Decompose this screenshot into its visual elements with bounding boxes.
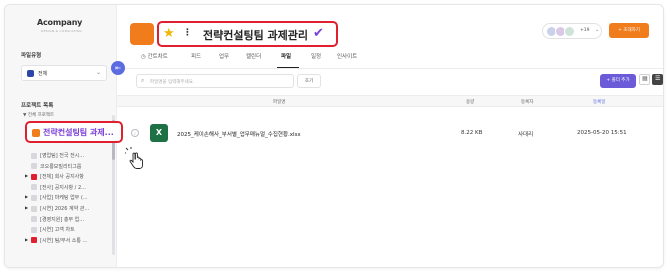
sidebar-item-label: [사업] 마케팅 업무 (... xyxy=(40,195,88,202)
column-header-size[interactable]: 용량 xyxy=(466,99,474,105)
sidebar-item-project[interactable]: [전사] 공지사항 / 2... xyxy=(31,184,86,193)
sidebar-item-project[interactable]: ▶ [시연] 팀/부서 소통 ... xyxy=(25,237,88,246)
page-title: 전략컨설팅팀 과제관리 xyxy=(203,29,309,42)
list-view-icon[interactable]: ☰ xyxy=(652,74,663,85)
search-placeholder: 파일명을 입력해주세요. xyxy=(150,80,195,85)
sidebar-item-label: [전사] 공지사항 / 2... xyxy=(40,184,86,191)
excel-icon: X xyxy=(150,124,168,142)
file-size: 8.22 KB xyxy=(461,130,483,136)
sidebar-item-active-project[interactable]: 전략컨설팅팀 과제... xyxy=(25,121,123,143)
project-color-dot xyxy=(31,194,37,201)
sidebar-item-label: 코오롱모빌리티그룹 xyxy=(40,163,82,170)
check-icon: ✔ xyxy=(313,26,324,41)
file-type-select[interactable]: 전체 ⌄ xyxy=(21,65,107,81)
file-type-value: 전체 xyxy=(38,71,48,77)
table-header: 파일명 용량 등록자 등록일 xyxy=(117,95,663,107)
file-name[interactable]: 2025_케이손해사_부서별_업무매뉴얼_수집현황.xlsx xyxy=(177,130,301,138)
search-input[interactable]: ⌕ 파일명을 입력해주세요. xyxy=(136,74,294,88)
sidebar-item-project[interactable]: 코오롱모빌리티그룹 xyxy=(31,163,81,172)
project-title-bar: ★ ⋮ 전략컨설팅팀 과제관리 ✔ xyxy=(157,21,338,47)
avatar xyxy=(564,26,575,37)
sidebar-item-project[interactable]: [시연] 고객 차트 xyxy=(31,226,75,235)
project-color-dot xyxy=(31,237,37,244)
project-color-dot xyxy=(31,205,37,212)
reset-button[interactable]: 초기 xyxy=(297,74,321,88)
sidebar-item-project[interactable]: ▶ [시연] 2026 계약 관... xyxy=(25,205,90,214)
sidebar-item-project[interactable]: [영업팀] 전국 전시... xyxy=(31,152,84,161)
sidebar-item-project[interactable]: ▶ [전체] 회사 공지사항 xyxy=(25,173,84,182)
brand-logo[interactable]: Acompany xyxy=(37,18,82,27)
chevron-down-icon: ⌄ xyxy=(595,27,600,33)
row-select-checkbox[interactable]: ✓ xyxy=(131,129,139,137)
add-folder-button[interactable]: + 폴더 추가 xyxy=(600,74,636,88)
tab-files[interactable]: 파일 xyxy=(281,52,291,60)
pointer-cursor-icon xyxy=(125,147,143,169)
member-count: +19 xyxy=(580,28,590,33)
invite-button[interactable]: + 초대하기 xyxy=(609,23,649,38)
table-row[interactable]: ✓ X 2025_케이손해사_부서별_업무매뉴얼_수집현황.xlsx 8.22 … xyxy=(117,121,663,145)
column-header-date[interactable]: 등록일 xyxy=(593,99,605,105)
tab-gantt[interactable]: ◷ 간트차트 xyxy=(141,52,168,60)
more-menu-icon[interactable]: ⋮ xyxy=(183,28,192,38)
search-icon: ⌕ xyxy=(141,77,145,84)
tab-calendar[interactable]: 캘린더 xyxy=(246,52,261,60)
project-color-dot xyxy=(31,173,37,180)
collapse-sidebar-icon[interactable]: ⇤ xyxy=(111,61,125,75)
project-color-dot xyxy=(32,129,40,137)
expand-caret-icon[interactable]: ▶ xyxy=(25,205,28,210)
tab-feed[interactable]: 피드 xyxy=(191,52,201,60)
project-color-dot xyxy=(31,216,37,223)
tab-tasks[interactable]: 업무 xyxy=(219,52,229,60)
sidebar-item-label: [시연] 2026 계약 관... xyxy=(40,206,90,212)
grid-view-icon[interactable]: ▦ xyxy=(639,74,650,85)
file-type-label: 파일유형 xyxy=(21,53,42,59)
project-list-label: 프로젝트 목록 xyxy=(21,103,54,109)
sidebar-item-project[interactable]: [경영지원] 총무 업... xyxy=(31,216,84,225)
tab-schedule[interactable]: 일정 xyxy=(311,52,321,60)
star-icon[interactable]: ★ xyxy=(163,26,175,41)
main-content: ★ ⋮ 전략컨설팅팀 과제관리 ✔ +19 ⌄ + 초대하기 ◷ 간트차트 피드… xyxy=(117,5,663,267)
project-color-dot xyxy=(31,226,37,233)
project-color-dot xyxy=(31,184,37,191)
project-color-icon xyxy=(130,23,154,45)
member-avatars[interactable]: +19 ⌄ xyxy=(542,23,602,39)
sidebar: Acompany DESIGN & CONSULTING 파일유형 전체 ⌄ 프… xyxy=(5,5,123,267)
sidebar-item-project[interactable]: ▶ [사업] 마케팅 업무 (... xyxy=(25,194,88,203)
brand-tagline: DESIGN & CONSULTING xyxy=(41,29,82,33)
sidebar-item-label: [시연] 고객 차트 xyxy=(40,227,75,234)
expand-caret-icon[interactable]: ▶ xyxy=(25,237,28,242)
tree-root-all-projects[interactable]: ▼ 전체 프로젝트 xyxy=(23,112,54,118)
sidebar-item-label: [영업팀] 전국 전시... xyxy=(40,153,85,159)
column-header-owner[interactable]: 등록자 xyxy=(521,99,533,105)
file-type-icon xyxy=(27,70,34,77)
sidebar-item-label: [경영지원] 총무 업... xyxy=(40,216,85,223)
app-window: Acompany DESIGN & CONSULTING 파일유형 전체 ⌄ 프… xyxy=(4,4,664,268)
project-color-dot xyxy=(31,163,37,170)
chevron-down-icon: ⌄ xyxy=(95,69,101,76)
divider xyxy=(117,68,663,69)
expand-caret-icon[interactable]: ▶ xyxy=(25,173,28,178)
sidebar-item-label: [전체] 회사 공지사항 xyxy=(40,174,84,181)
project-color-dot xyxy=(31,152,37,159)
tab-insight[interactable]: 인사이트 xyxy=(337,52,357,60)
file-owner: 사대리 xyxy=(518,132,534,138)
sidebar-item-label: 전략컨설팅팀 과제... xyxy=(43,128,114,137)
column-header-name[interactable]: 파일명 xyxy=(273,99,285,105)
expand-caret-icon[interactable]: ▶ xyxy=(25,194,28,199)
file-date: 2025-05-20 15:51 xyxy=(577,130,627,136)
sidebar-item-label: [시연] 팀/부서 소통 ... xyxy=(40,237,88,244)
